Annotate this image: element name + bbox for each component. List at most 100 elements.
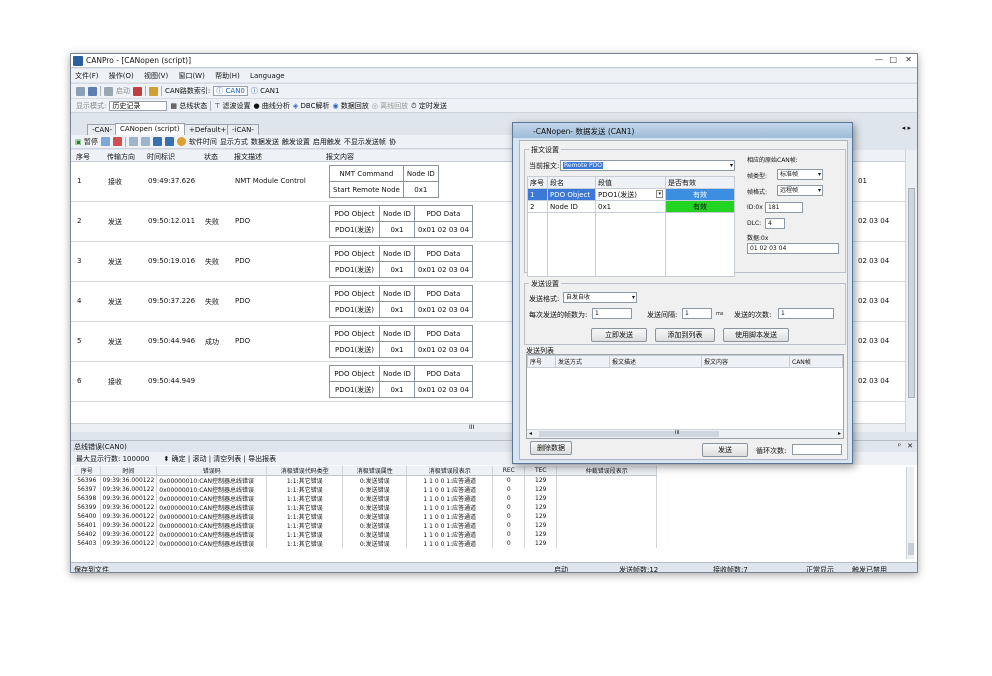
bus-error-row[interactable]: 56398 09:39:36.000122 0x00000010:CAN控制器总线错… [74, 494, 658, 503]
loop-count-input[interactable] [792, 444, 842, 455]
software-time-select[interactable]: 软件时间 [189, 137, 217, 147]
offline-button[interactable]: ◎ 离线回放 [372, 101, 408, 111]
bus-error-cell: 1 1 0 0 1:应答通道 [406, 539, 494, 548]
start-button[interactable]: 启动 [116, 86, 130, 96]
menu-language[interactable]: Language [246, 70, 289, 82]
send-list-scrollbar[interactable]: ◂ III ▸ [527, 429, 843, 438]
playback-button[interactable]: ◉ 数据回放 [332, 101, 368, 111]
confirm-button[interactable]: 确定 [172, 455, 186, 463]
maximize-button[interactable]: □ [889, 55, 897, 64]
bus-error-cell: 0:发送错误 [342, 521, 408, 530]
connect-icon[interactable] [104, 86, 113, 96]
trigger-settings-button[interactable]: 触发设置 [282, 137, 310, 147]
dlc-input[interactable]: 4 [765, 218, 785, 229]
curve-button[interactable]: ● 曲线分析 [254, 101, 290, 111]
enable-trigger-button[interactable]: 启用触发 [313, 137, 341, 147]
pause-button[interactable]: ▣ 暂停 [75, 137, 98, 147]
decoded-cell: PDO1(发送) [329, 301, 380, 318]
export-icon[interactable] [164, 137, 174, 146]
menu-file[interactable]: 文件(F) [71, 69, 103, 83]
bus-error-row[interactable]: 56396 09:39:36.000122 0x00000010:CAN控制器总线错… [74, 475, 658, 485]
bus-error-row[interactable]: 56397 09:39:36.000122 0x00000010:CAN控制器总线错… [74, 485, 658, 494]
scroll-right-icon[interactable]: ▸ [838, 430, 841, 437]
menu-help[interactable]: 帮助(H) [211, 69, 244, 83]
tab-can[interactable]: -CAN- [87, 124, 117, 135]
copy-icon[interactable] [128, 137, 138, 146]
scroll-left-icon[interactable]: ◂ [529, 430, 532, 437]
filter-button[interactable]: ⊤ 滤波设置 [214, 101, 250, 111]
dropdown-arrow-icon[interactable]: ▾ [656, 189, 663, 198]
frame-format-select[interactable]: 远程帧 [777, 185, 823, 196]
save-icon[interactable] [88, 86, 97, 96]
export-report-button[interactable]: 导出报表 [248, 455, 276, 463]
vertical-scrollbar[interactable] [905, 150, 917, 432]
protocol-button[interactable]: 协 [389, 137, 396, 147]
spin-icon[interactable]: ⬍ [164, 455, 170, 463]
bus-error-cell: 0 [492, 503, 526, 512]
clear-icon[interactable] [112, 137, 122, 146]
frames-per-send-input[interactable]: 1 [592, 308, 632, 319]
status-save: 保存到文件 [74, 566, 109, 573]
hide-send-frame-button[interactable]: 不显示发送帧 [344, 137, 386, 147]
bus-error-row[interactable]: 56400 09:39:36.000122 0x00000010:CAN控制器总线错… [74, 512, 658, 521]
id-input[interactable]: 181 [765, 202, 803, 213]
tool-icon[interactable] [149, 86, 158, 96]
tab-canopen[interactable]: CANopen (script) [115, 123, 185, 135]
bus-status-button[interactable]: ▦ 总线状态 [170, 101, 207, 111]
delete-data-button[interactable]: 删除数据 [530, 441, 572, 455]
valid-badge[interactable]: 有效 [665, 188, 735, 201]
message-settings-group: 报文设置 当前报文: Remote PDO 序号 段名 段值 是否有效 1 PD… [524, 145, 846, 277]
send-count-input[interactable]: 1 [778, 308, 834, 319]
dbc-button[interactable]: ◈ DBC解析 [293, 101, 330, 111]
can0-button[interactable]: ⓘ CAN0 [213, 86, 248, 96]
pin-icon[interactable]: ᵖ [898, 442, 901, 450]
scroll-button[interactable]: 滚动 [192, 455, 206, 463]
valid-badge[interactable]: 有效 [665, 200, 735, 213]
frame-type-select[interactable]: 标准帧 [777, 169, 823, 180]
decoded-cell: PDO1(发送) [329, 221, 380, 238]
bus-error-scrollbar[interactable] [906, 467, 914, 559]
stop-icon[interactable] [133, 86, 142, 96]
bus-error-cell: 1 1 0 0 1:应答通道 [406, 503, 494, 512]
close-button[interactable]: ✕ [905, 55, 912, 64]
bus-error-row[interactable]: 56401 09:39:36.000122 0x00000010:CAN控制器总线错… [74, 521, 658, 530]
send-interval-input[interactable]: 1 [682, 308, 712, 319]
bus-error-row[interactable]: 56403 09:39:36.000122 0x00000010:CAN控制器总线错… [74, 539, 658, 548]
param-row[interactable]: 2 Node ID 0x1 有效 [527, 200, 735, 213]
clear-list-button[interactable]: 清空列表 [213, 455, 241, 463]
bus-error-cell: 129 [524, 485, 558, 494]
menu-operate[interactable]: 操作(O) [105, 69, 138, 83]
can1-button[interactable]: ⓘ CAN1 [251, 86, 280, 96]
send-format-select[interactable]: 自发自收 [563, 292, 637, 303]
save-data-icon[interactable] [152, 137, 162, 146]
scroll-thumb[interactable] [908, 188, 915, 398]
tab-scroll-icon[interactable]: ◂ ▸ [902, 124, 911, 132]
option-icon[interactable] [100, 137, 110, 146]
history-select[interactable]: 历史记录 [109, 100, 168, 111]
time-icon[interactable] [176, 137, 186, 146]
add-to-list-button[interactable]: 添加到列表 [655, 328, 715, 342]
display-mode-select[interactable]: 显示方式 [220, 137, 248, 147]
script-send-button[interactable]: 使用脚本发送 [723, 328, 789, 342]
send-now-button[interactable]: 立即发送 [591, 328, 647, 342]
send-button[interactable]: 发送 [702, 443, 748, 457]
row-raw-data: 02 03 04 [858, 377, 890, 385]
bus-error-row[interactable]: 56402 09:39:36.000122 0x00000010:CAN控制器总线错… [74, 530, 658, 539]
decoded-cell: PDO Object [329, 365, 380, 382]
current-message-select[interactable]: Remote PDO [560, 160, 735, 171]
param-row[interactable]: 1 PDO Object PDO1(发送) ▾ 有效 [527, 188, 735, 201]
timed-send-button[interactable]: ⏱ 定时发送 [411, 101, 447, 111]
menu-view[interactable]: 视图(V) [140, 69, 172, 83]
tab-ican[interactable]: -iCAN- [227, 124, 259, 135]
panel-close-icon[interactable]: ✕ [907, 442, 913, 450]
data-send-button[interactable]: 数据发送 [251, 137, 279, 147]
tab-default[interactable]: +Default+ [184, 124, 232, 135]
data-input[interactable]: 01 02 03 04 [747, 243, 839, 254]
menu-window[interactable]: 窗口(W) [174, 69, 208, 83]
pdo-object-select[interactable]: PDO1(发送) ▾ [595, 188, 666, 201]
bus-error-row[interactable]: 56399 09:39:36.000122 0x00000010:CAN控制器总线错… [74, 503, 658, 512]
send-interval-label: 发送间隔: [647, 311, 678, 319]
new-icon[interactable] [76, 86, 85, 96]
minimize-button[interactable]: — [875, 55, 883, 64]
paste-icon[interactable] [140, 137, 150, 146]
